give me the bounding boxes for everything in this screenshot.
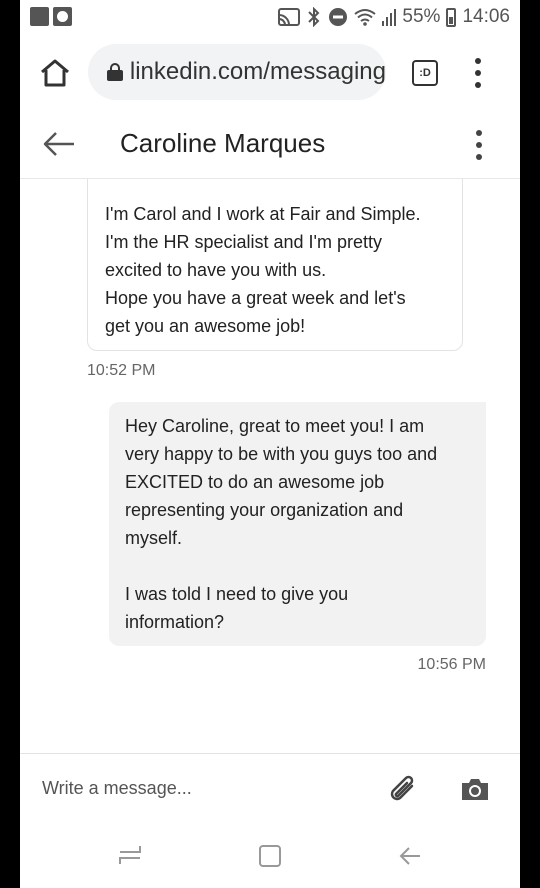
home-square-icon[interactable] [258, 844, 282, 868]
recent-apps-icon[interactable] [118, 842, 142, 868]
address-bar[interactable]: linkedin.com/messaging [88, 44, 386, 100]
browser-menu-icon[interactable] [472, 58, 484, 88]
system-icons: 55% 14:06 [278, 6, 510, 28]
nav-back-icon[interactable] [398, 844, 422, 868]
system-navigation-bar [20, 822, 520, 888]
message-list[interactable]: I'm Carol and I work at Fair and Simple.… [20, 179, 520, 753]
battery-icon [446, 7, 457, 27]
message-composer [20, 753, 520, 823]
home-icon[interactable] [38, 58, 72, 88]
notification-icons [30, 7, 72, 26]
outgoing-message-text: Hey Caroline, great to meet you! I am ve… [125, 416, 438, 632]
conversation-menu-icon[interactable] [474, 130, 484, 160]
incoming-message-text: I'm Carol and I work at Fair and Simple.… [105, 204, 421, 336]
paperclip-icon[interactable] [387, 772, 419, 806]
contact-name[interactable]: Caroline Marques [120, 128, 325, 159]
conversation-header: Caroline Marques [20, 112, 520, 179]
bluetooth-icon [308, 7, 320, 27]
message-input[interactable] [40, 770, 374, 806]
tab-switcher-button[interactable]: :D [412, 60, 438, 86]
outgoing-message-time: 10:56 PM [417, 656, 486, 673]
do-not-disturb-icon [329, 8, 348, 26]
cast-icon [278, 8, 301, 26]
battery-percent: 55% [402, 6, 441, 27]
clock: 14:06 [462, 6, 510, 27]
lock-icon [107, 63, 123, 81]
camera-icon[interactable] [460, 776, 490, 802]
notification-record-icon [53, 7, 72, 26]
wifi-icon [354, 9, 377, 26]
url-text: linkedin.com/messaging [129, 58, 386, 85]
status-bar: 55% 14:06 [20, 0, 520, 34]
signal-icon [382, 9, 397, 26]
phone-screen: 55% 14:06 linkedin.com/messaging :D Caro… [20, 0, 520, 888]
browser-toolbar: linkedin.com/messaging :D [20, 34, 520, 113]
incoming-message-time: 10:52 PM [87, 362, 156, 379]
notification-square-icon [30, 7, 49, 26]
back-arrow-icon[interactable] [42, 130, 76, 158]
